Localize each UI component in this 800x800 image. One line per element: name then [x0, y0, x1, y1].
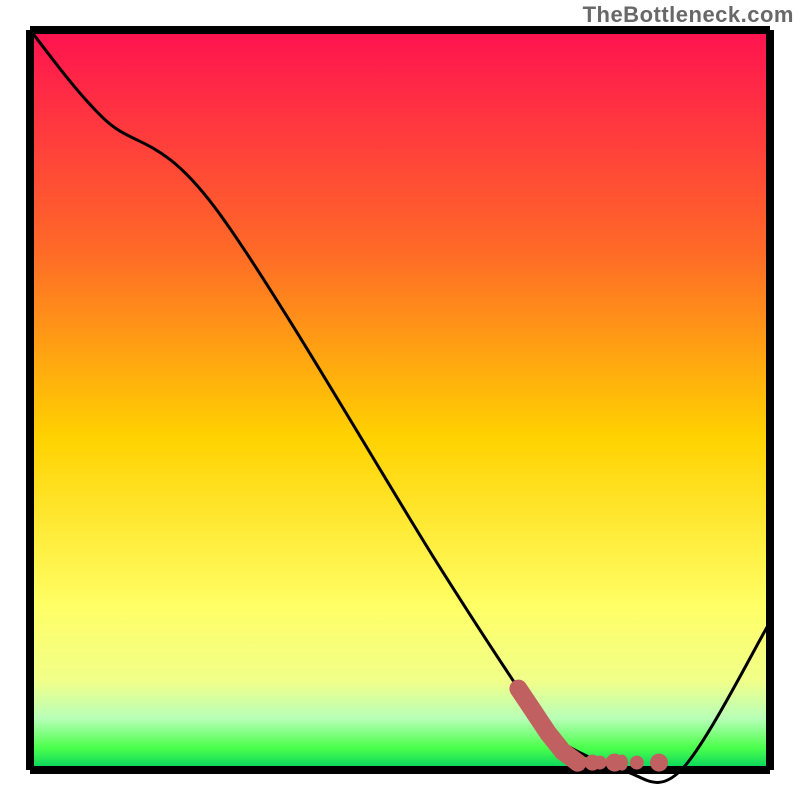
highlight-dash	[584, 755, 600, 771]
highlight-dot	[650, 754, 668, 772]
bottleneck-chart	[0, 0, 800, 800]
watermark-label: TheBottleneck.com	[583, 2, 794, 28]
highlight-dot	[630, 756, 644, 770]
highlight-dash	[616, 755, 628, 771]
chart-container: TheBottleneck.com	[0, 0, 800, 800]
highlight-dot	[569, 754, 587, 772]
